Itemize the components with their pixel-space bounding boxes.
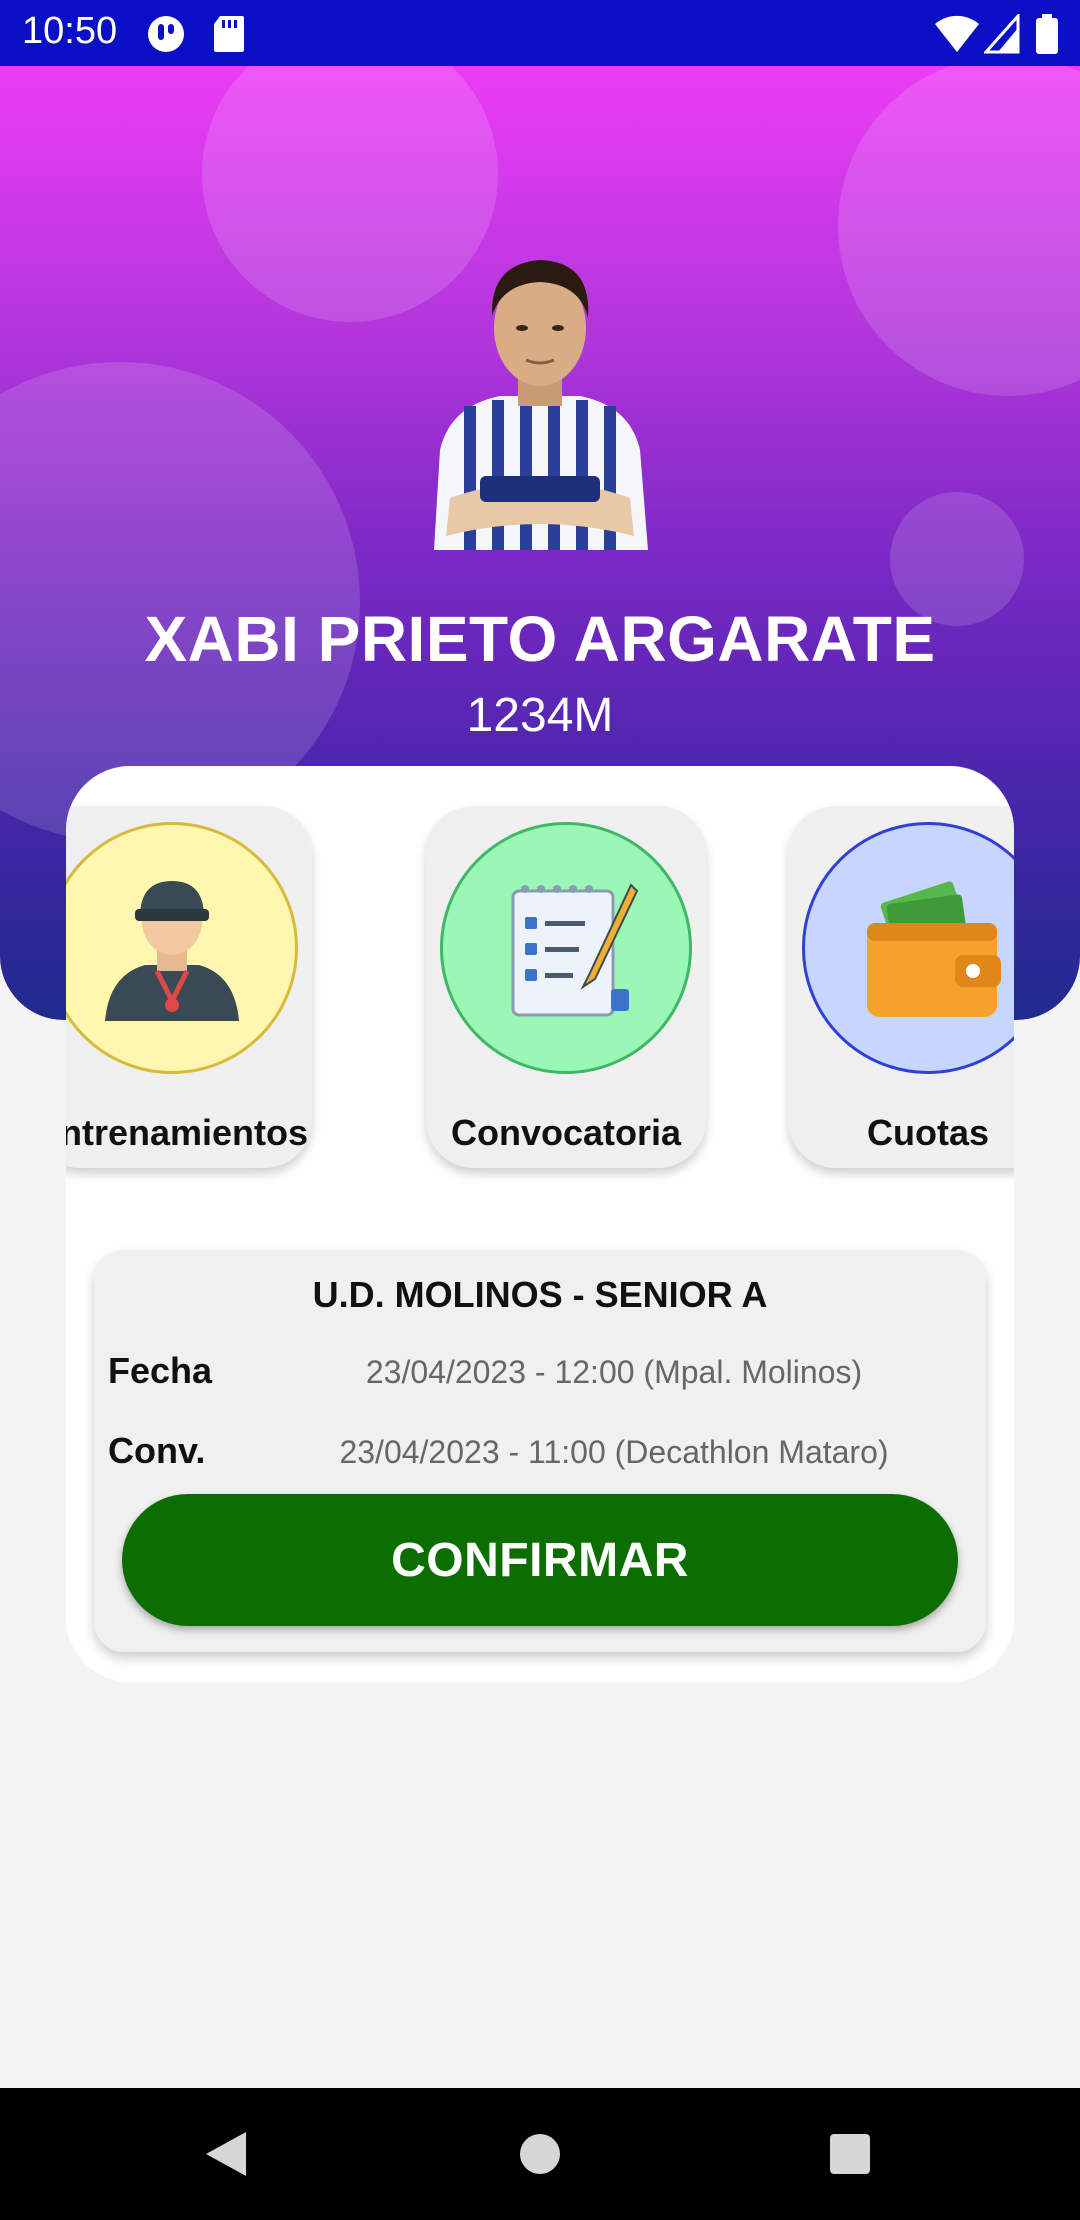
recents-icon[interactable] [820, 2124, 880, 2184]
fecha-label: Fecha [108, 1350, 213, 1391]
match-title: U.D. MOLINOS - SENIOR A [312, 1274, 768, 1315]
coach-whistle-icon [66, 822, 298, 1074]
conv-value: 23/04/2023 - 11:00 (Decathlon Mataro) [339, 1434, 889, 1470]
confirm-button[interactable]: CONFIRMAR [122, 1494, 958, 1626]
player-id: 1234M [466, 689, 614, 742]
wifi-icon [934, 14, 980, 59]
match-card: U.D. MOLINOS - SENIOR A Fecha 23/04/2023… [94, 1250, 986, 1652]
battery-icon [1036, 14, 1058, 59]
wallet-icon [802, 822, 1014, 1074]
system-nav-bar [0, 2088, 1080, 2220]
menu-entrenamientos[interactable]: Entrenamientos [66, 806, 312, 1168]
menu-label-cuotas: Cuotas [866, 1112, 989, 1153]
notification-app-icon [146, 14, 186, 59]
home-icon[interactable] [510, 2124, 570, 2184]
back-icon[interactable] [196, 2124, 256, 2184]
signal-icon [982, 12, 1020, 59]
menu-label-entrenamientos: Entrenamientos [66, 1112, 309, 1153]
menu-convocatoria[interactable]: Convocatoria [426, 806, 706, 1168]
status-time: 10:50 [22, 10, 118, 52]
menu-cuotas[interactable]: Cuotas [788, 806, 1014, 1168]
sd-card-icon [212, 14, 246, 59]
checklist-icon [440, 822, 692, 1074]
fecha-value: 23/04/2023 - 12:00 (Mpal. Molinos) [365, 1354, 863, 1390]
menu-label-convocatoria: Convocatoria [450, 1112, 682, 1153]
conv-label: Conv. [108, 1430, 206, 1471]
player-name: XABI PRIETO ARGARATE [144, 603, 936, 675]
player-avatar [420, 236, 660, 550]
main-card: Entrenamientos [66, 766, 1014, 1682]
status-bar: 10:50 [0, 0, 1080, 66]
